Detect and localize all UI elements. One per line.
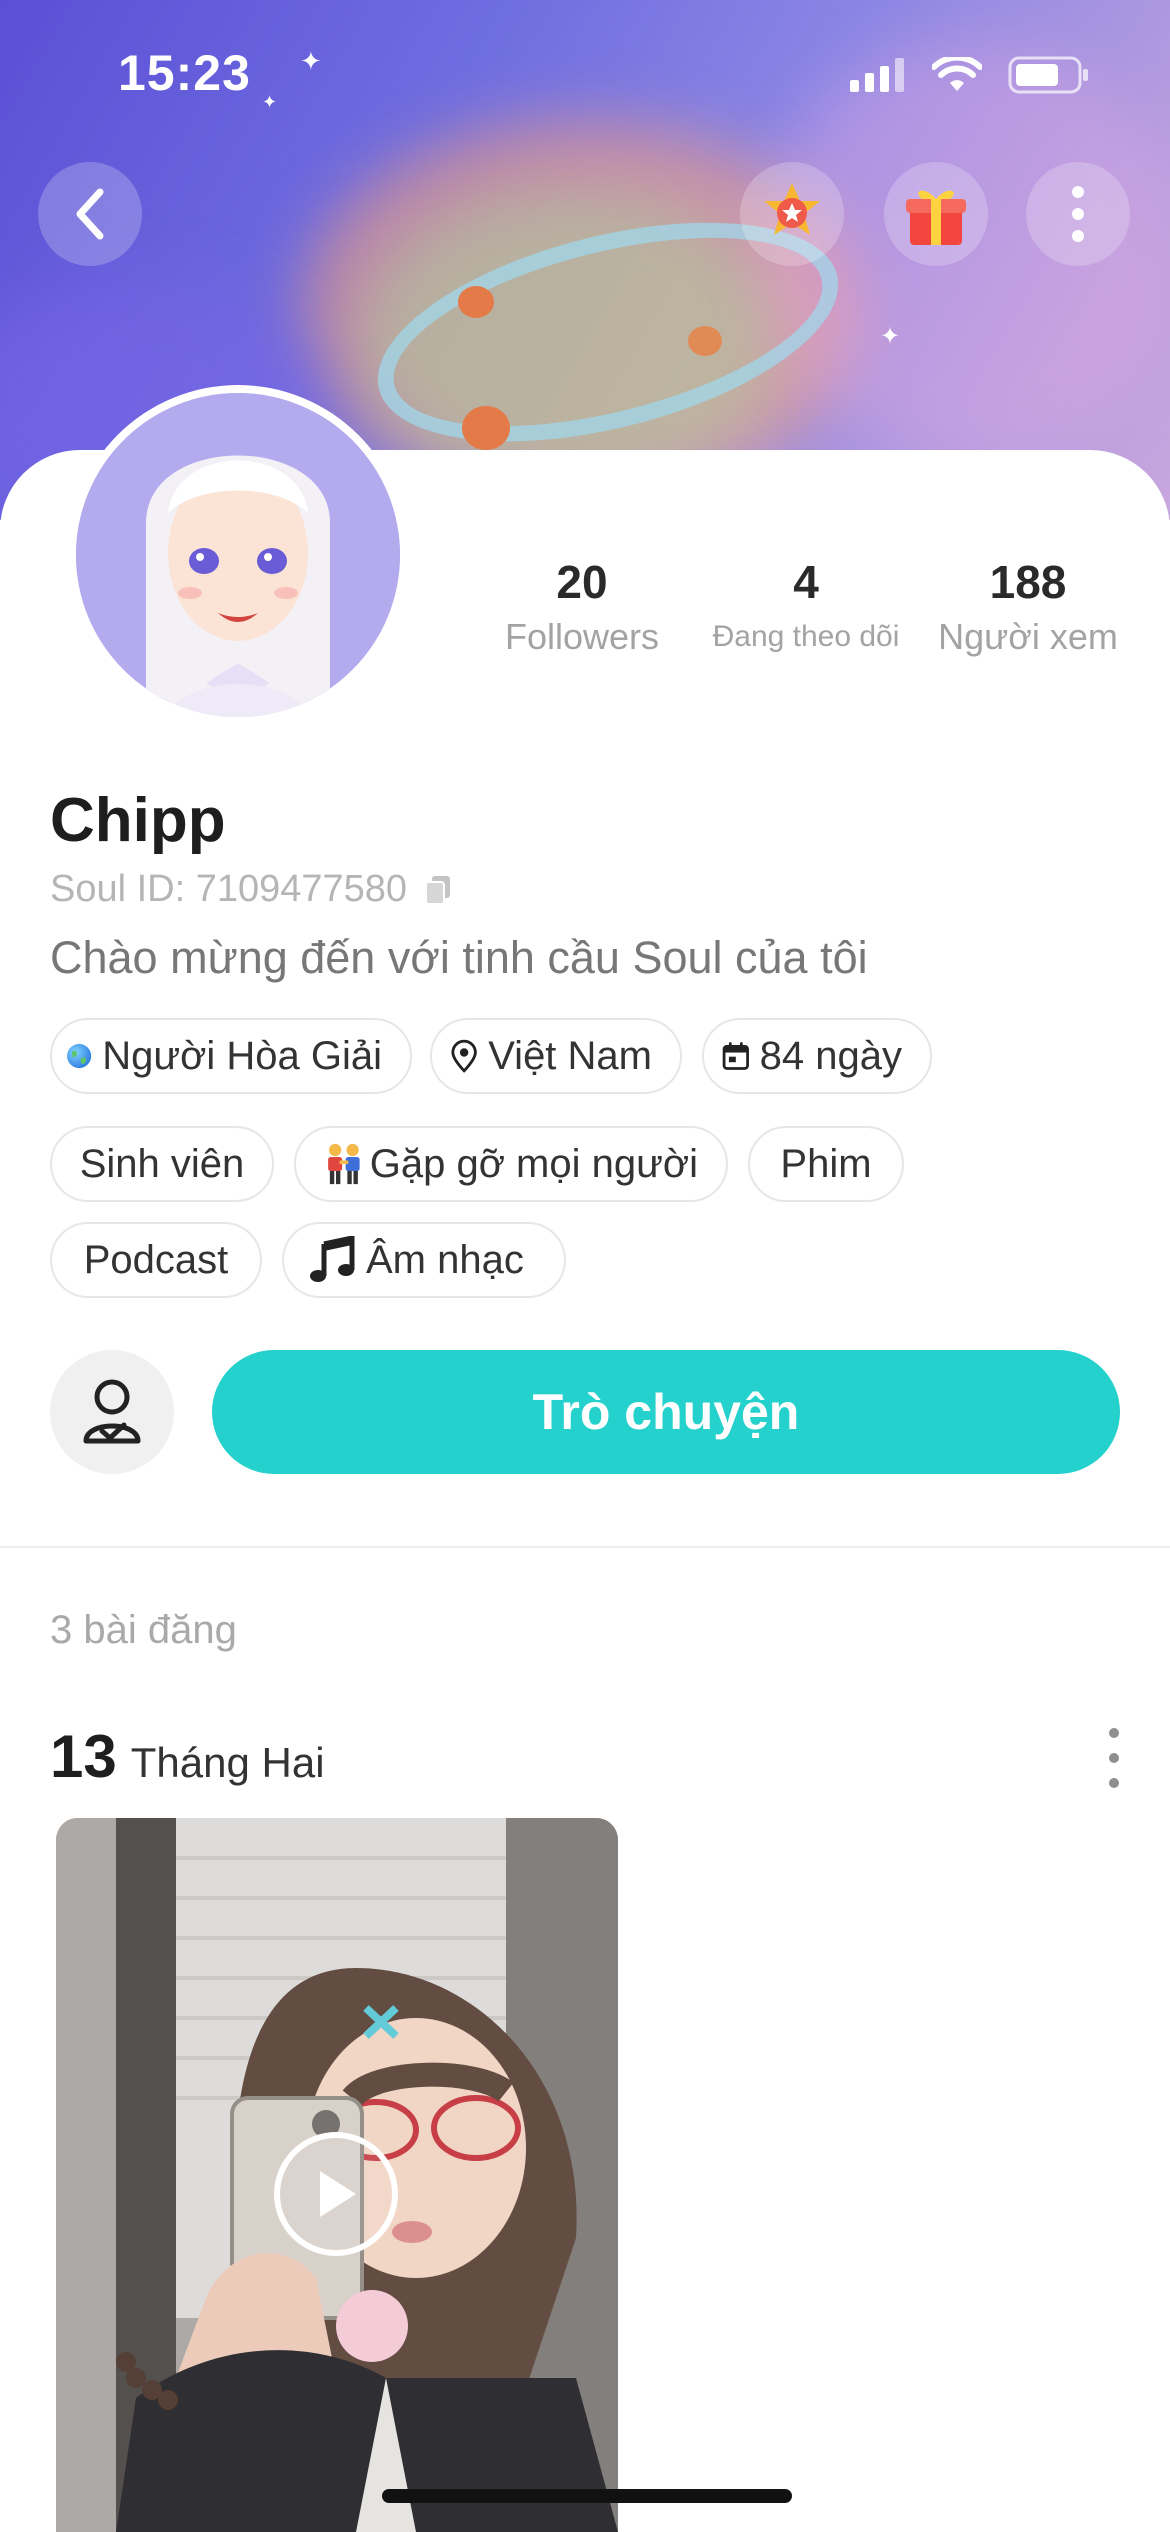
tag-label: Âm nhạc [366, 1237, 524, 1282]
profile-name: Chipp [50, 786, 226, 855]
home-indicator[interactable] [382, 2489, 792, 2503]
globe-icon [67, 1043, 92, 1069]
tag-label: Phim [780, 1141, 872, 1186]
badge-button[interactable] [740, 162, 844, 266]
status-time: 15:23 [118, 45, 251, 101]
tag-interest[interactable]: Phim [748, 1126, 904, 1202]
stat-following[interactable]: 4 Đang theo dõi [700, 552, 912, 662]
tag-interest[interactable]: Sinh viên [50, 1126, 274, 1202]
location-pin-icon [451, 1039, 477, 1073]
play-icon [320, 2171, 356, 2217]
play-button[interactable] [274, 2132, 398, 2256]
chat-button[interactable]: Trò chuyện [212, 1350, 1120, 1474]
post-date: 13 Tháng Hai [50, 1722, 325, 1791]
stat-value: 188 [989, 556, 1067, 608]
tag-label: Gặp gỡ mọi người [369, 1141, 698, 1186]
calendar-icon [722, 1042, 749, 1070]
tag-label: Người Hòa Giải [102, 1033, 382, 1078]
tag-interest[interactable]: Podcast [50, 1222, 262, 1298]
stat-value: 4 [793, 556, 819, 608]
battery-icon [1008, 56, 1088, 94]
gift-icon [906, 190, 966, 245]
stat-followers[interactable]: 20 Followers [492, 552, 672, 662]
stat-label: Followers [504, 616, 660, 657]
soul-id-text: Soul ID: 7109477580 [50, 868, 408, 910]
planet-spot [688, 326, 722, 356]
music-note-icon [310, 1236, 355, 1282]
post-month: Tháng Hai [130, 1739, 325, 1786]
tag-label: Sinh viên [79, 1141, 245, 1186]
stat-label: Đang theo dõi [712, 620, 900, 653]
avatar-frame[interactable] [68, 385, 408, 725]
gift-button[interactable] [884, 162, 988, 266]
profile-screen: ✦ ✦ ✦ 15:23 20 Followers 4 Đang theo dõi… [0, 0, 1170, 2532]
copy-icon[interactable] [425, 875, 451, 905]
wifi-icon [932, 57, 982, 91]
tag-interest[interactable]: Gặp gỡ mọi người [294, 1126, 728, 1202]
sparkle: ✦ [300, 46, 322, 76]
stat-viewers[interactable]: 188 Người xem [928, 552, 1128, 662]
tag-personality[interactable]: Người Hòa Giải [50, 1018, 412, 1094]
avatar-illustration [76, 393, 400, 717]
post-day: 13 [50, 1723, 117, 1790]
profile-bio: Chào mừng đến với tinh cầu Soul của tôi [50, 932, 868, 983]
more-vertical-icon [1072, 186, 1084, 242]
star-badge-icon [764, 183, 820, 235]
tag-country[interactable]: Việt Nam [430, 1018, 682, 1094]
verified-user-icon [83, 1379, 141, 1444]
post-more-icon[interactable] [1094, 1728, 1134, 1788]
back-button[interactable] [38, 162, 142, 266]
avatar [76, 393, 400, 717]
tag-label: Podcast [83, 1237, 229, 1282]
planet-spot [462, 406, 510, 450]
tag-interest[interactable]: Âm nhạc [282, 1222, 566, 1298]
sparkle: ✦ [880, 323, 901, 350]
sparkle: ✦ [262, 92, 278, 112]
section-divider [0, 1546, 1170, 1548]
tag-days[interactable]: 84 ngày [702, 1018, 932, 1094]
verify-profile-button[interactable] [50, 1350, 174, 1474]
tag-label: 84 ngày [759, 1033, 902, 1078]
tag-label: Việt Nam [488, 1033, 652, 1078]
planet-spot [458, 286, 494, 318]
cellular-signal-icon [850, 58, 904, 92]
stat-label: Người xem [938, 616, 1118, 657]
soul-id-row[interactable]: Soul ID: 7109477580 [50, 868, 451, 911]
more-button[interactable] [1026, 162, 1130, 266]
status-icons [850, 56, 1090, 94]
people-icon [328, 1143, 360, 1185]
stat-value: 20 [556, 556, 608, 608]
posts-count: 3 bài đăng [50, 1608, 237, 1652]
back-icon [76, 188, 104, 240]
